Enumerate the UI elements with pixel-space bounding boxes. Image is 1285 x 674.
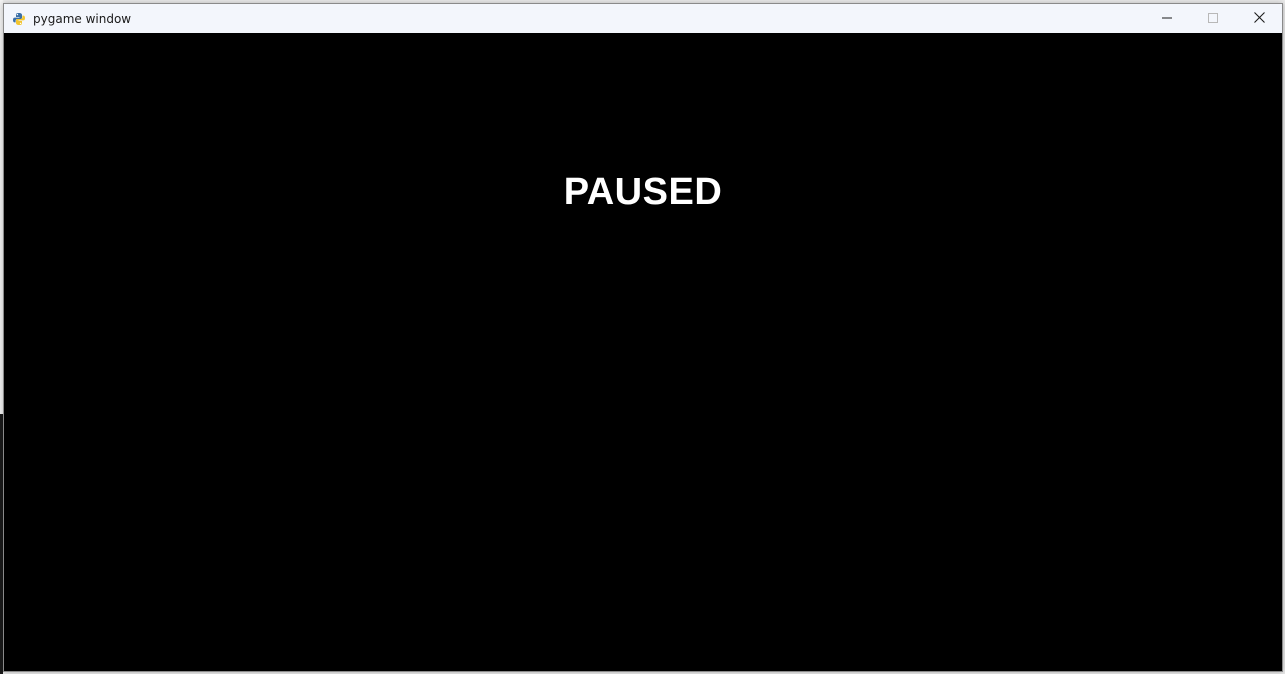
maximize-icon: [1208, 10, 1218, 28]
minimize-button[interactable]: [1144, 4, 1190, 33]
title-bar[interactable]: pygame window: [4, 4, 1282, 33]
close-button[interactable]: [1236, 4, 1282, 33]
maximize-button[interactable]: [1190, 4, 1236, 33]
game-canvas[interactable]: PAUSED: [4, 33, 1282, 671]
close-icon: [1253, 10, 1265, 28]
python-snake-icon: [11, 11, 27, 27]
minimize-icon: [1162, 10, 1172, 28]
pygame-window: pygame window PAUSED: [3, 3, 1283, 672]
window-title: pygame window: [33, 11, 132, 26]
window-controls: [1144, 4, 1282, 33]
paused-text: PAUSED: [563, 171, 723, 213]
